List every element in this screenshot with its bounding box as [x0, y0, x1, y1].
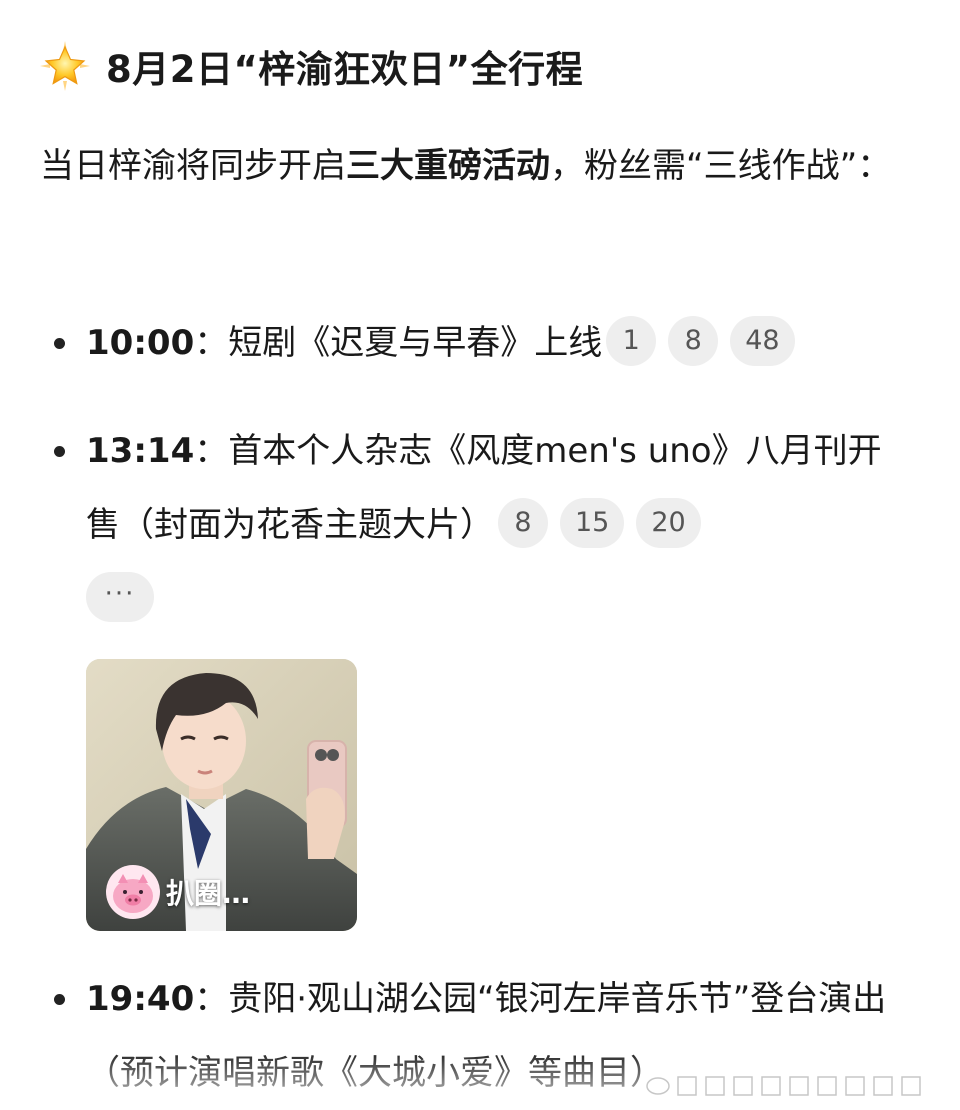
- bullet-dot: [54, 994, 65, 1005]
- section-heading: 8月2日“梓渝狂欢日”全行程: [38, 38, 583, 94]
- item-time: 13:14: [86, 431, 195, 471]
- reference-image-card[interactable]: 扒圈…: [86, 659, 357, 931]
- item-time: 10:00: [86, 323, 195, 363]
- list-item: 10:00：短剧《迟夏与早春》上线 1 8 48: [54, 306, 914, 380]
- intro-paragraph: 当日梓渝将同步开启三大重磅活动，粉丝需“三线作战”：: [40, 134, 920, 198]
- item-text: ：短剧《迟夏与早春》上线: [194, 323, 603, 363]
- item-text: ：首本个人杂志《风度men's uno》八月刊开售（封面为花香主题大片）: [86, 431, 882, 545]
- footnote-pill[interactable]: 15: [560, 497, 625, 548]
- footnote-pill[interactable]: 48: [730, 315, 795, 366]
- intro-text: 当日梓渝将同步开启: [40, 146, 346, 186]
- list-item: 13:14：首本个人杂志《风度men's uno》八月刊开售（封面为花香主题大片…: [54, 414, 914, 562]
- watermark-logo: [644, 1073, 944, 1099]
- bullet-dot: [54, 446, 65, 457]
- intro-text-end: ，粉丝需“三线作战”：: [550, 146, 892, 186]
- item-time: 19:40: [86, 979, 195, 1019]
- more-footnotes-button[interactable]: ···: [86, 572, 154, 622]
- pig-avatar-icon: [106, 865, 160, 919]
- star-icon: [40, 41, 90, 91]
- circle-badge: 扒圈…: [106, 865, 250, 919]
- footnote-pill[interactable]: 20: [636, 497, 701, 548]
- intro-bold-text: 三大重磅活动: [346, 146, 550, 186]
- heading-title: 8月2日“梓渝狂欢日”全行程: [106, 48, 584, 91]
- footnote-pill[interactable]: 8: [668, 315, 719, 366]
- footnote-pill[interactable]: 1: [606, 315, 657, 366]
- bullet-dot: [54, 338, 65, 349]
- footnote-pill[interactable]: 8: [498, 497, 548, 548]
- circle-name: 扒圈…: [166, 877, 251, 910]
